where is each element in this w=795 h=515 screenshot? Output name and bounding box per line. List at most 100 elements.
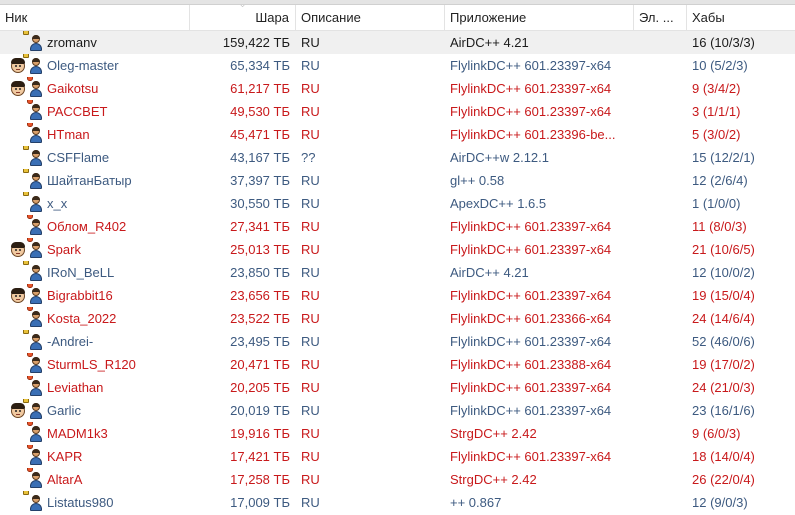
avatar-placeholder: [10, 311, 26, 327]
cell-hubs: 19 (17/0/2): [692, 357, 755, 372]
cell-nick[interactable]: Oleg-master: [0, 54, 190, 77]
cell-description: RU: [301, 173, 320, 188]
user-status-icon: [27, 422, 44, 442]
column-header-share[interactable]: ⌵ Шара: [190, 5, 296, 30]
cell-share: 37,397 ТБ: [230, 173, 290, 188]
table-row[interactable]: ШайтанБатыр 37,397 ТБ RU gl++ 0.58 12 (2/6/4…: [0, 169, 795, 192]
table-row[interactable]: Облом_R402 27,341 ТБ RU FlylinkDC++ 601.233…: [0, 215, 795, 238]
avatar-placeholder: [10, 426, 26, 442]
cell-nick[interactable]: ШайтанБатыр: [0, 169, 190, 192]
cell-nick[interactable]: HTman: [0, 123, 190, 146]
cell-description: RU: [301, 380, 320, 395]
cell-app: FlylinkDC++ 601.23388-x64: [450, 357, 612, 372]
nick-text: Leviathan: [47, 380, 104, 395]
table-row[interactable]: Leviathan 20,205 ТБ RU FlylinkDC++ 601.2339…: [0, 376, 795, 399]
cell-description: RU: [301, 334, 320, 349]
cell-nick[interactable]: Garlic: [0, 399, 190, 422]
cell-nick[interactable]: Spark: [0, 238, 190, 261]
user-status-icon: [27, 468, 44, 488]
avatar-placeholder: [10, 219, 26, 235]
table-row[interactable]: Listatus980 17,009 ТБ RU ++ 0.867 12 (9/0/3): [0, 491, 795, 514]
cell-description: RU: [301, 449, 320, 464]
user-status-icon: [23, 491, 44, 511]
user-status-icon: [27, 123, 44, 143]
table-row[interactable]: SturmLS_R120 20,471 ТБ RU FlylinkDC++ 601.2…: [0, 353, 795, 376]
table-row[interactable]: Kosta_2022 23,522 ТБ RU FlylinkDC++ 601.233…: [0, 307, 795, 330]
table-row[interactable]: IRoN_BeLL 23,850 ТБ RU AirDC++ 4.21 12 (10/0…: [0, 261, 795, 284]
table-row[interactable]: AltarA 17,258 ТБ RU StrgDC++ 2.42 26 (22/0/4…: [0, 468, 795, 491]
cell-nick[interactable]: Leviathan: [0, 376, 190, 399]
table-row[interactable]: Gaikotsu 61,217 ТБ RU FlylinkDC++ 601.23397…: [0, 77, 795, 100]
table-row[interactable]: KAPR 17,421 ТБ RU FlylinkDC++ 601.23397-x64…: [0, 445, 795, 468]
table-row[interactable]: MADM1k3 19,916 ТБ RU StrgDC++ 2.42 9 (6/0/3): [0, 422, 795, 445]
table-row[interactable]: zromanv 159,422 ТБ RU AirDC++ 4.21 16 (10/3/…: [0, 31, 795, 54]
cell-nick[interactable]: Listatus980: [0, 491, 190, 514]
user-status-icon: [23, 261, 44, 281]
cell-email: [634, 399, 687, 422]
cell-nick[interactable]: IRoN_BeLL: [0, 261, 190, 284]
cell-share: 27,341 ТБ: [230, 219, 290, 234]
cell-nick[interactable]: Kosta_2022: [0, 307, 190, 330]
cell-app: AirDC++w 2.12.1: [450, 150, 549, 165]
column-header-description[interactable]: Описание: [296, 5, 445, 30]
avatar-placeholder: [10, 357, 26, 373]
user-status-icon: [23, 399, 44, 419]
cell-app: StrgDC++ 2.42: [450, 472, 537, 487]
table-row[interactable]: PACCBET 49,530 ТБ RU FlylinkDC++ 601.23397-…: [0, 100, 795, 123]
column-header-app[interactable]: Приложение: [445, 5, 634, 30]
nick-text: Listatus980: [47, 495, 114, 510]
cell-description: RU: [301, 288, 320, 303]
table-row[interactable]: HTman 45,471 ТБ RU FlylinkDC++ 601.23396-be…: [0, 123, 795, 146]
cell-description: RU: [301, 35, 320, 50]
cell-nick[interactable]: CSFFlame: [0, 146, 190, 169]
cell-app: ApexDC++ 1.6.5: [450, 196, 547, 211]
table-row[interactable]: CSFFlame 43,167 ТБ?? AirDC++w 2.12.1 15 (12…: [0, 146, 795, 169]
nick-text: AltarA: [47, 472, 83, 487]
nick-text: Kosta_2022: [47, 311, 117, 326]
cell-nick[interactable]: KAPR: [0, 445, 190, 468]
column-header-hubs[interactable]: Хабы: [687, 5, 795, 30]
cell-nick[interactable]: x_x: [0, 192, 190, 215]
cell-share: 43,167 ТБ: [230, 150, 290, 165]
cell-description: RU: [301, 127, 320, 142]
table-row[interactable]: Spark 25,013 ТБ RU FlylinkDC++ 601.23397-x6…: [0, 238, 795, 261]
cell-description: RU: [301, 219, 320, 234]
cell-description: RU: [301, 357, 320, 372]
cell-description: RU: [301, 311, 320, 326]
cell-hubs: 5 (3/0/2): [692, 127, 741, 142]
cell-email: [634, 330, 687, 353]
column-header-share-label: Шара: [255, 10, 289, 25]
cell-nick[interactable]: MADM1k3: [0, 422, 190, 445]
cell-app: ++ 0.867: [450, 495, 502, 510]
cell-nick[interactable]: PACCBET: [0, 100, 190, 123]
cell-email: [634, 422, 687, 445]
cell-app: FlylinkDC++ 601.23397-x64: [450, 380, 612, 395]
cell-hubs: 18 (14/0/4): [692, 449, 755, 464]
cell-nick[interactable]: Bigrabbit16: [0, 284, 190, 307]
cell-nick[interactable]: SturmLS_R120: [0, 353, 190, 376]
cell-nick[interactable]: zromanv: [0, 31, 190, 54]
cell-nick[interactable]: -Andrei-: [0, 330, 190, 353]
table-row[interactable]: x_x 30,550 ТБ RU ApexDC++ 1.6.5 1 (1/0/0): [0, 192, 795, 215]
table-row[interactable]: -Andrei- 23,495 ТБ RU FlylinkDC++ 601.23397…: [0, 330, 795, 353]
cell-description: RU: [301, 426, 320, 441]
user-status-icon: [23, 54, 44, 74]
table-row[interactable]: Oleg-master 65,334 ТБ RU FlylinkDC++ 601.23…: [0, 54, 795, 77]
table-row[interactable]: Bigrabbit16 23,656 ТБ RU FlylinkDC++ 601.23…: [0, 284, 795, 307]
user-avatar-icon: [10, 287, 26, 304]
cell-nick[interactable]: AltarA: [0, 468, 190, 491]
cell-email: [634, 284, 687, 307]
cell-app: StrgDC++ 2.42: [450, 426, 537, 441]
column-header-email[interactable]: Эл. ...: [634, 5, 687, 30]
user-status-icon: [27, 284, 44, 304]
cell-hubs: 15 (12/2/1): [692, 150, 755, 165]
cell-app: gl++ 0.58: [450, 173, 505, 188]
cell-nick[interactable]: Облом_R402: [0, 215, 190, 238]
nick-text: HTman: [47, 127, 90, 142]
column-header-nick[interactable]: Ник: [0, 5, 190, 30]
table-row[interactable]: Garlic 20,019 ТБ RU FlylinkDC++ 601.23397-x…: [0, 399, 795, 422]
cell-app: FlylinkDC++ 601.23397-x64: [450, 58, 612, 73]
cell-hubs: 1 (1/0/0): [692, 196, 741, 211]
cell-hubs: 26 (22/0/4): [692, 472, 755, 487]
cell-nick[interactable]: Gaikotsu: [0, 77, 190, 100]
